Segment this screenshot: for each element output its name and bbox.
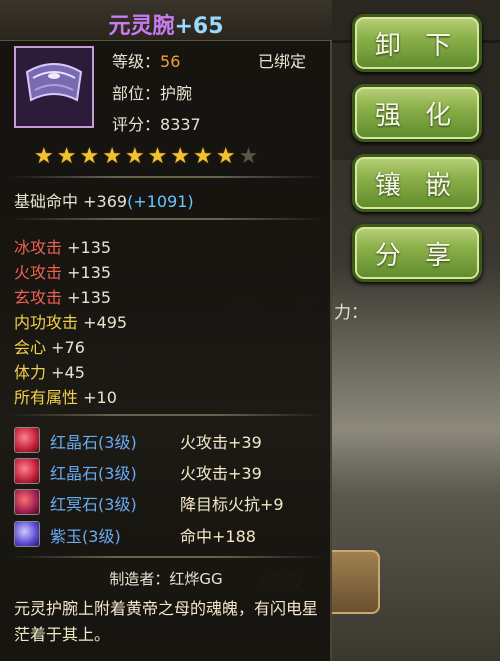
stat-name: 冰攻击	[14, 238, 63, 257]
gem-effect: 命中+188	[180, 527, 256, 546]
item-name: 元灵腕	[108, 14, 175, 39]
stat-row: 火攻击 +135	[14, 259, 111, 283]
filled-star-icon: ★	[56, 144, 77, 169]
gem-name-text: 红晶石	[50, 433, 99, 452]
score-row: 评分：8337	[112, 111, 201, 135]
gem-effect: 火攻击+39	[180, 433, 262, 452]
item-tooltip: 元灵腕+65 等级：56 已绑定 部位：护腕 评分：8337 ★ ★ ★ ★ ★ ★ ★ ★ ★…	[0, 0, 332, 661]
stat-value: +495	[83, 313, 128, 332]
gem-slot: 红晶石(3级) 火攻击+39	[14, 427, 324, 453]
gem-slot: 紫玉(3级) 命中+188	[14, 521, 324, 547]
stat-row: 冰攻击 +135	[14, 234, 111, 258]
stat-value: +135	[67, 288, 112, 307]
modify-button-edge[interactable]	[332, 550, 380, 614]
dark-red-gem-icon	[14, 489, 40, 515]
gem-name-text: 紫玉	[50, 527, 83, 546]
gem-name: 红晶石(3级)	[50, 460, 137, 484]
gem-name-text: 红冥石	[50, 495, 99, 514]
empty-star-icon: ★	[238, 144, 259, 169]
gem-slot: 红冥石(3级) 降目标火抗+9	[14, 489, 324, 515]
score-value: 8337	[160, 115, 201, 134]
gem-name: 红晶石(3级)	[50, 429, 137, 453]
stat-name: 会心	[14, 338, 47, 357]
filled-star-icon: ★	[170, 144, 191, 169]
level-value: 56	[160, 52, 181, 71]
gem-name-text: 红晶石	[50, 464, 99, 483]
star-rating: ★ ★ ★ ★ ★ ★ ★ ★ ★ ★	[34, 144, 258, 170]
base-stat-name: 基础命中	[14, 192, 79, 211]
bound-status: 已绑定	[258, 52, 307, 71]
share-button[interactable]: 分 享	[352, 224, 482, 282]
stat-value: +76	[51, 338, 85, 357]
filled-star-icon: ★	[193, 144, 213, 169]
gem-name: 紫玉(3级)	[50, 523, 121, 547]
stat-row: 体力 +45	[14, 359, 85, 383]
filled-star-icon: ★	[215, 144, 236, 169]
stat-row: 内功攻击 +495	[14, 309, 127, 333]
filled-star-icon: ★	[34, 144, 54, 169]
gem-grade: (3级)	[98, 464, 137, 483]
stat-name: 玄攻击	[14, 288, 63, 307]
slot-label: 部位：	[112, 84, 161, 103]
level-label: 等级：	[112, 52, 161, 71]
gem-grade: (3级)	[98, 495, 137, 514]
divider	[8, 556, 324, 558]
gem-effect: 降目标火抗+9	[180, 495, 284, 514]
stat-name: 内功攻击	[14, 313, 79, 332]
base-stat-bonus: (+1091)	[127, 192, 194, 211]
stat-row: 所有属性 +10	[14, 384, 117, 408]
gem-grade: (3级)	[98, 433, 137, 452]
red-gem-icon	[14, 427, 40, 453]
filled-star-icon: ★	[124, 144, 145, 169]
unequip-button[interactable]: 卸 下	[352, 14, 482, 72]
stat-name: 所有属性	[14, 388, 79, 407]
divider	[8, 176, 324, 178]
filled-star-icon: ★	[102, 144, 122, 169]
inlay-button[interactable]: 镶 嵌	[352, 154, 482, 212]
item-enhance-level: +65	[174, 14, 224, 39]
slot-row: 部位：护腕	[112, 80, 192, 104]
maker-label: 制造者：红烨GG	[109, 570, 223, 588]
divider	[8, 218, 324, 220]
stat-value: +10	[83, 388, 117, 407]
base-stat-row: 基础命中 +369(+1091)	[14, 188, 194, 212]
gem-slot: 红晶石(3级) 火攻击+39	[14, 458, 324, 484]
item-title: 元灵腕+65	[0, 8, 332, 40]
stat-value: +135	[67, 263, 112, 282]
purple-jade-icon	[14, 521, 40, 547]
filled-star-icon: ★	[79, 144, 100, 169]
stat-row: 玄攻击 +135	[14, 284, 111, 308]
stat-name: 体力	[14, 363, 47, 382]
red-gem-icon	[14, 458, 40, 484]
bg-label: 力：	[334, 303, 368, 323]
filled-star-icon: ★	[147, 144, 168, 169]
gem-grade: (3级)	[82, 527, 121, 546]
enhance-button[interactable]: 强 化	[352, 84, 482, 142]
divider	[8, 414, 324, 416]
gem-effect: 火攻击+39	[180, 464, 262, 483]
stat-row: 会心 +76	[14, 334, 85, 358]
gem-name: 红冥石(3级)	[50, 491, 137, 515]
base-stat-value: +369	[83, 192, 128, 211]
score-label: 评分：	[112, 115, 161, 134]
item-icon	[14, 46, 94, 128]
item-description: 元灵护腕上附着黄帝之母的魂魄，有闪电星茫着于其上。	[14, 599, 319, 644]
stat-name: 火攻击	[14, 263, 63, 282]
slot-value: 护腕	[160, 84, 193, 103]
bracer-icon	[25, 63, 83, 102]
stat-value: +45	[51, 363, 85, 382]
level-row: 等级：56	[112, 48, 180, 72]
stat-value: +135	[67, 238, 112, 257]
